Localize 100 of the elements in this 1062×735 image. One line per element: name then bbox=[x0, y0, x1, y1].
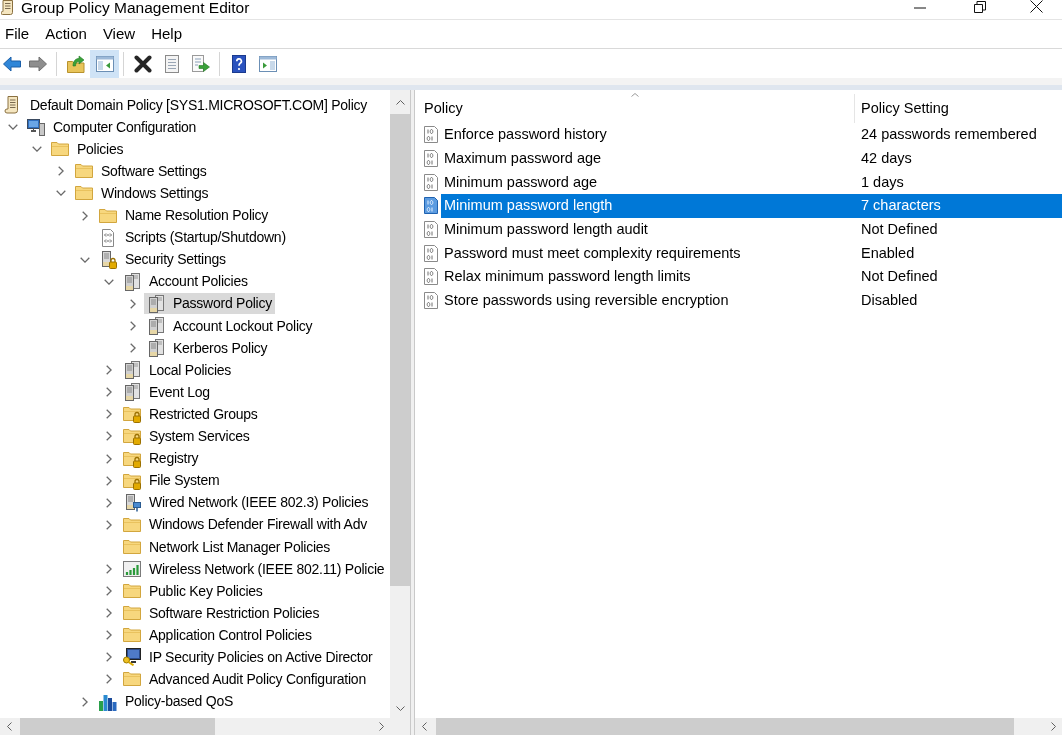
binary-document-icon bbox=[424, 244, 438, 262]
tree-item[interactable]: Windows Settings bbox=[72, 182, 212, 204]
chevron-right-icon[interactable] bbox=[106, 497, 112, 508]
tree-item[interactable]: Policy-based QoS bbox=[96, 691, 237, 713]
tree-item[interactable]: Kerberos Policy bbox=[144, 337, 271, 359]
policy-name-text: Maximum password age bbox=[443, 149, 603, 168]
scroll-right-icon[interactable] bbox=[378, 722, 384, 731]
chevron-right-icon[interactable] bbox=[106, 365, 112, 376]
list-row[interactable]: Minimum password length 7 characters bbox=[441, 194, 1062, 218]
chevron-right-icon[interactable] bbox=[106, 519, 112, 530]
tree-item[interactable]: Application Control Policies bbox=[120, 624, 315, 646]
tree-item[interactable]: Name Resolution Policy bbox=[96, 205, 272, 226]
tree-item[interactable]: Policies bbox=[48, 138, 127, 160]
chevron-right-icon[interactable] bbox=[106, 564, 112, 574]
console-tree-button[interactable] bbox=[90, 49, 119, 78]
back-arrow-icon bbox=[2, 54, 21, 73]
x-mark-icon bbox=[133, 54, 152, 73]
tree-item[interactable]: Software Settings bbox=[72, 160, 210, 182]
policy-name-text: Minimum password length bbox=[443, 197, 614, 215]
policy-setting-text: 24 passwords remembered bbox=[860, 126, 1037, 144]
folder-icon bbox=[123, 515, 141, 534]
locked-folder-icon bbox=[123, 471, 141, 490]
policy-name-text: Minimum password length audit bbox=[443, 220, 649, 239]
tree-item[interactable]: Event Log bbox=[120, 381, 213, 403]
scrollbar-thumb[interactable] bbox=[20, 718, 215, 735]
menu-item[interactable]: Help bbox=[143, 22, 190, 46]
chevron-right-icon[interactable] bbox=[58, 166, 64, 177]
scroll-right-icon[interactable] bbox=[1050, 722, 1056, 731]
folder-arrow-icon bbox=[66, 54, 85, 73]
list-row[interactable]: Store passwords using reversible encryption Disabled bbox=[441, 288, 1062, 313]
chevron-right-icon[interactable] bbox=[106, 409, 112, 420]
tree-item[interactable]: Scripts (Startup/Shutdown) bbox=[96, 227, 289, 249]
binary-document-icon bbox=[424, 292, 438, 310]
chevron-down-icon[interactable] bbox=[8, 124, 18, 131]
menu-item[interactable]: View bbox=[94, 22, 144, 46]
chevron-right-icon[interactable] bbox=[130, 298, 136, 309]
chevron-right-icon[interactable] bbox=[106, 674, 112, 685]
chevron-right-icon[interactable] bbox=[82, 696, 88, 707]
list-row[interactable]: Password must meet complexity requirements Enabled bbox=[441, 241, 1062, 266]
tree-item[interactable]: IP Security Policies on Active Director bbox=[120, 646, 376, 668]
vertical-scrollbar[interactable] bbox=[390, 90, 410, 718]
menu-item[interactable]: File bbox=[0, 22, 38, 46]
tree-item[interactable]: Network List Manager Policies bbox=[120, 536, 334, 558]
chevron-right-icon[interactable] bbox=[130, 343, 136, 354]
locked-folder-icon bbox=[123, 405, 141, 424]
list-row[interactable]: Maximum password age 42 days bbox=[441, 146, 1062, 171]
chevron-right-icon[interactable] bbox=[106, 431, 112, 442]
scroll-left-icon[interactable] bbox=[421, 722, 427, 731]
tree-item[interactable]: Registry bbox=[120, 448, 202, 470]
scroll-down-icon[interactable] bbox=[395, 705, 405, 711]
chevron-right-icon[interactable] bbox=[106, 453, 112, 464]
scroll-left-icon[interactable] bbox=[6, 722, 12, 731]
chevron-right-icon[interactable] bbox=[130, 321, 136, 331]
chevron-down-icon[interactable] bbox=[32, 146, 42, 153]
list-row[interactable]: Minimum password age 1 days bbox=[441, 170, 1062, 195]
chevron-right-icon[interactable] bbox=[106, 630, 112, 641]
scrollbar-thumb[interactable] bbox=[390, 114, 410, 586]
tree-item[interactable]: Security Settings bbox=[96, 249, 229, 271]
tree-item[interactable]: Default Domain Policy [SYS1.MICROSOFT.COM] Policy bbox=[1, 94, 371, 116]
chevron-right-icon[interactable] bbox=[106, 652, 112, 663]
restore-icon bbox=[974, 1, 986, 13]
chevron-right-icon[interactable] bbox=[106, 475, 112, 486]
binary-document-icon bbox=[424, 173, 438, 191]
chevron-right-icon[interactable] bbox=[82, 210, 88, 221]
list-row[interactable]: Relax minimum password length limits Not Defined bbox=[441, 265, 1062, 289]
tree-item[interactable]: System Services bbox=[120, 425, 253, 447]
scroll-up-icon[interactable] bbox=[395, 99, 405, 105]
list-row[interactable]: Enforce password history 24 passwords remembered bbox=[441, 123, 1062, 147]
chevron-right-icon[interactable] bbox=[106, 608, 112, 619]
horizontal-scrollbar[interactable] bbox=[0, 718, 390, 735]
policy-setting-text: Not Defined bbox=[860, 220, 938, 239]
tree-item[interactable]: Public Key Policies bbox=[120, 580, 266, 602]
policy-setting-text: Not Defined bbox=[860, 268, 938, 286]
tree-item[interactable]: Wireless Network (IEEE 802.11) Policie bbox=[120, 558, 388, 580]
chevron-right-icon[interactable] bbox=[106, 387, 112, 398]
tree-item[interactable]: Wired Network (IEEE 802.3) Policies bbox=[120, 492, 372, 514]
tree-item[interactable]: Computer Configuration bbox=[24, 116, 200, 138]
tree-item[interactable]: Advanced Audit Policy Configuration bbox=[120, 669, 369, 690]
tree-item[interactable]: Software Restriction Policies bbox=[120, 602, 323, 624]
list-row[interactable]: Minimum password length audit Not Defined bbox=[441, 217, 1062, 242]
panel-icon bbox=[258, 54, 277, 73]
tree-item[interactable]: Windows Defender Firewall with Adv bbox=[120, 514, 370, 536]
chevron-down-icon[interactable] bbox=[56, 190, 66, 197]
tree-item[interactable]: Restricted Groups bbox=[120, 403, 261, 425]
tree-item[interactable]: Account Policies bbox=[120, 271, 251, 293]
chevron-down-icon[interactable] bbox=[104, 278, 114, 285]
chevron-right-icon[interactable] bbox=[106, 586, 112, 597]
server-icon bbox=[147, 294, 165, 313]
folder-icon bbox=[75, 184, 93, 203]
policy-setting-text: 42 days bbox=[860, 149, 912, 168]
tree-item[interactable]: Local Policies bbox=[120, 359, 235, 381]
tree-item[interactable]: Account Lockout Policy bbox=[144, 315, 316, 337]
menu-item[interactable]: Action bbox=[37, 22, 95, 46]
folder-icon bbox=[99, 206, 117, 225]
window-title: Group Policy Management Editor bbox=[21, 0, 250, 16]
tree-item[interactable]: Password Policy bbox=[144, 293, 275, 315]
tree-item[interactable]: File System bbox=[120, 470, 223, 492]
policy-name-text: Relax minimum password length limits bbox=[443, 268, 692, 286]
chevron-down-icon[interactable] bbox=[80, 256, 90, 263]
server-icon bbox=[123, 383, 141, 402]
